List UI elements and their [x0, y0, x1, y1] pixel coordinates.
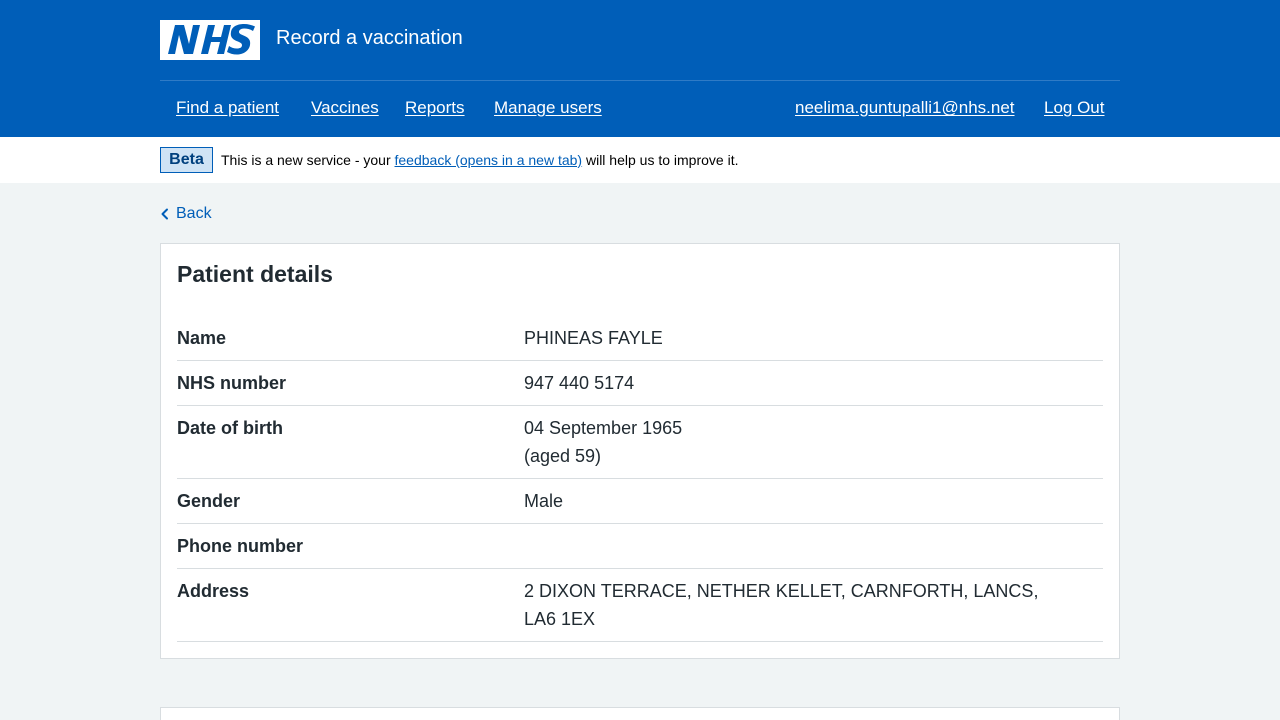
- beta-tag: Beta: [160, 147, 213, 173]
- phase-banner-container: Beta This is a new service - your feedba…: [160, 137, 1120, 183]
- phase-banner: Beta This is a new service - your feedba…: [0, 137, 1280, 183]
- nav-find-a-patient[interactable]: Find a patient: [176, 97, 279, 119]
- summary-key: Gender: [177, 491, 241, 511]
- summary-key: Name: [177, 328, 227, 348]
- nhs-logo[interactable]: [160, 20, 260, 60]
- nhs-number-value: 947 440 5174: [524, 373, 635, 393]
- nhs-logo-icon: [160, 20, 260, 60]
- service-name[interactable]: Record a vaccination: [276, 25, 463, 51]
- phase-text-before: This is a new service - your: [221, 152, 395, 168]
- nav-vaccines[interactable]: Vaccines: [311, 97, 379, 119]
- phase-text-after: will help us to improve it.: [582, 152, 739, 168]
- patient-name-value: PHINEAS FAYLE: [524, 328, 663, 348]
- address-value: 2 DIXON TERRACE, NETHER KELLET, CARNFORT…: [524, 581, 1039, 629]
- back-link[interactable]: Back: [160, 203, 212, 225]
- summary-row-gender: Gender Male: [177, 479, 1103, 524]
- summary-key: NHS number: [177, 373, 287, 393]
- date-of-birth-date: 04 September 1965: [524, 418, 683, 438]
- summary-key: Phone number: [177, 536, 304, 556]
- feedback-link[interactable]: feedback (opens in a new tab): [395, 152, 583, 168]
- patient-details-title: Patient details: [177, 261, 333, 287]
- nav-user-account[interactable]: neelima.guntupalli1@nhs.net: [795, 97, 1015, 119]
- date-of-birth-age: (aged 59): [524, 446, 602, 466]
- date-of-birth-value: 04 September 1965 (aged 59): [524, 414, 1084, 470]
- site-header: Record a vaccination Find a patient Vacc…: [0, 0, 1280, 137]
- patient-details-card: Patient details Name PHINEAS FAYLE NHS n…: [160, 243, 1120, 659]
- summary-key: Date of birth: [177, 418, 283, 438]
- summary-row-phone-number: Phone number: [177, 524, 1103, 569]
- summary-row-nhs-number: NHS number 947 440 5174: [177, 361, 1103, 406]
- summary-row-name: Name PHINEAS FAYLE: [177, 316, 1103, 361]
- nav-manage-users[interactable]: Manage users: [494, 97, 602, 119]
- next-card: [160, 707, 1120, 720]
- summary-key: Address: [177, 581, 250, 601]
- nav-log-out[interactable]: Log Out: [1044, 97, 1105, 119]
- gender-value: Male: [524, 491, 564, 511]
- chevron-left-icon: [161, 208, 168, 220]
- summary-row-address: Address 2 DIXON TERRACE, NETHER KELLET, …: [177, 569, 1103, 642]
- nav-reports[interactable]: Reports: [405, 97, 465, 119]
- header-container: Record a vaccination Find a patient Vacc…: [160, 0, 1120, 137]
- back-link-label: Back: [176, 205, 212, 222]
- phase-banner-text: This is a new service - your feedback (o…: [221, 151, 738, 169]
- summary-row-date-of-birth: Date of birth 04 September 1965 (aged 59…: [177, 406, 1103, 479]
- primary-navigation: Find a patient Vaccines Reports Manage u…: [160, 80, 1120, 137]
